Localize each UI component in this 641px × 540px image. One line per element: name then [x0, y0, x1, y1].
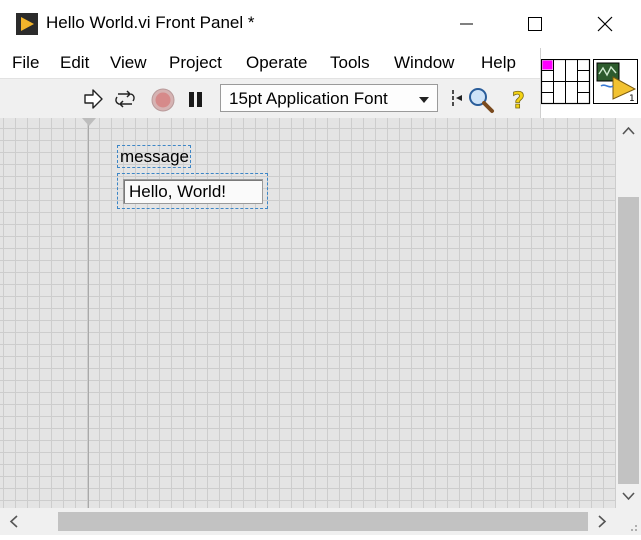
resize-grip[interactable] — [616, 508, 641, 535]
scroll-left-icon[interactable] — [2, 508, 26, 535]
text-settings-dropdown[interactable]: 15pt Application Font — [220, 84, 438, 112]
scroll-right-icon[interactable] — [590, 508, 614, 535]
vi-icon[interactable]: 1 — [593, 59, 639, 105]
svg-text:?: ? — [512, 89, 525, 114]
string-control-label: message — [120, 147, 189, 166]
search-icon[interactable] — [467, 86, 495, 114]
maximize-icon — [528, 17, 542, 31]
panel-origin-line — [88, 118, 89, 508]
scroll-down-icon[interactable] — [616, 485, 641, 507]
resize-grip-icon — [631, 525, 637, 531]
string-control[interactable]: Hello, World! — [123, 179, 263, 204]
minimize-button[interactable] — [443, 0, 489, 48]
panel-origin-marker — [82, 118, 96, 126]
run-continuously-icon[interactable] — [113, 88, 137, 110]
menu-window[interactable]: Window — [394, 53, 454, 73]
menu-file[interactable]: File — [12, 53, 39, 73]
menu-operate[interactable]: Operate — [246, 53, 307, 73]
window-title: Hello World.vi Front Panel * — [46, 13, 255, 32]
string-control-value: Hello, World! — [129, 182, 226, 201]
menu-tools[interactable]: Tools — [330, 53, 370, 73]
abort-icon[interactable] — [151, 88, 175, 112]
menu-project[interactable]: Project — [169, 53, 222, 73]
pause-icon[interactable] — [186, 90, 206, 110]
connector-pane-icon[interactable] — [541, 59, 591, 105]
scroll-up-icon[interactable] — [616, 120, 641, 142]
close-icon — [597, 16, 613, 32]
menu-bar: File Edit View Project Operate Tools Win… — [0, 48, 540, 78]
vertical-scroll-thumb[interactable] — [618, 197, 639, 484]
string-control-selection[interactable]: Hello, World! — [117, 173, 268, 209]
text-settings-value: 15pt Application Font — [229, 89, 388, 108]
run-arrow-icon[interactable] — [82, 88, 104, 110]
maximize-button[interactable] — [511, 0, 557, 48]
svg-text:1: 1 — [629, 94, 635, 104]
minimize-icon — [460, 23, 473, 25]
context-help-icon[interactable]: ? — [509, 86, 533, 114]
menu-help[interactable]: Help — [481, 53, 516, 73]
string-control-label-selection[interactable]: message — [117, 145, 191, 168]
front-panel-canvas[interactable]: message Hello, World! — [0, 118, 616, 508]
horizontal-scroll-thumb[interactable] — [58, 512, 588, 531]
menu-edit[interactable]: Edit — [60, 53, 89, 73]
close-button[interactable] — [580, 0, 626, 48]
labview-app-icon — [16, 13, 38, 35]
menu-view[interactable]: View — [110, 53, 147, 73]
chevron-down-icon — [419, 97, 429, 103]
